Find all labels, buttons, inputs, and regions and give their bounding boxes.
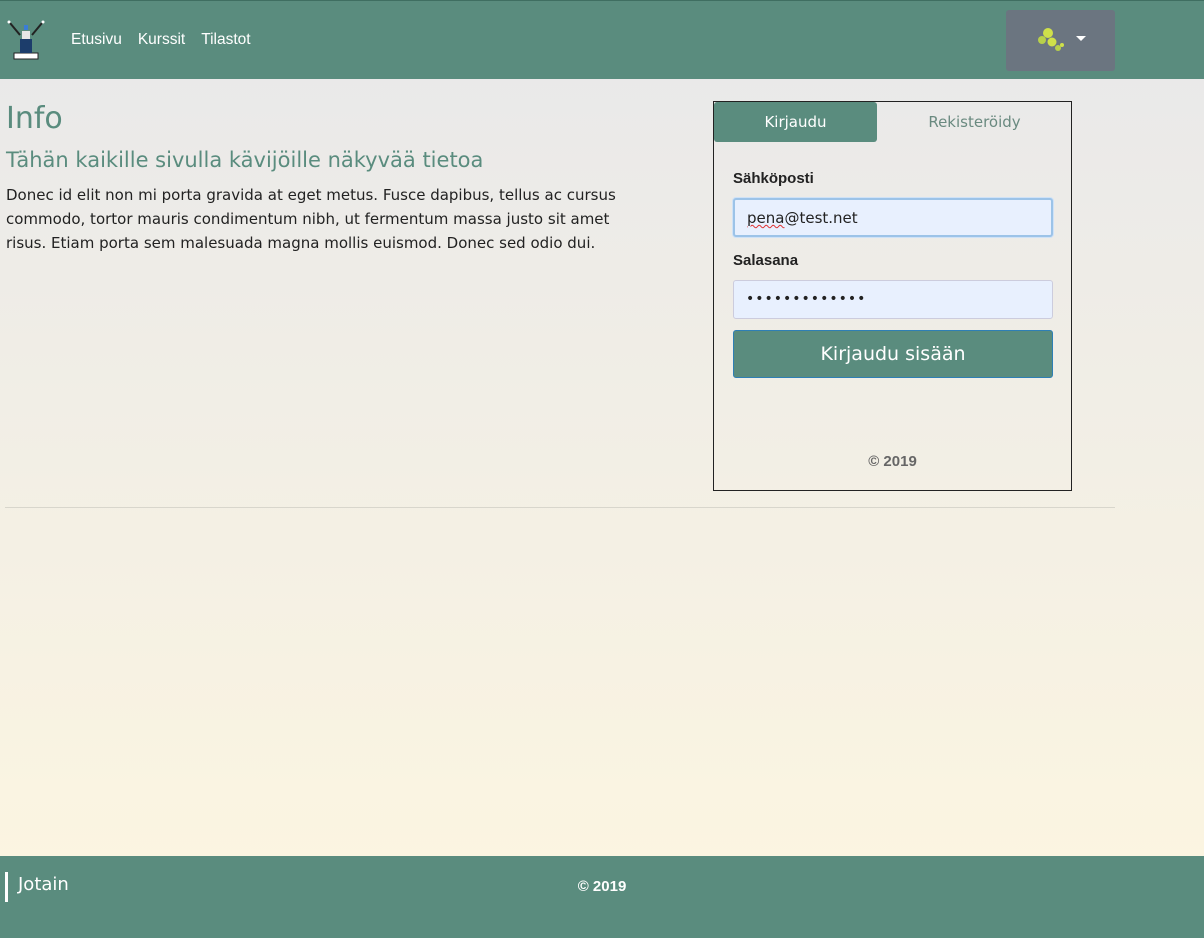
email-label: Sähköposti (733, 170, 814, 187)
chevron-down-icon (1076, 36, 1086, 41)
trophy-figure-icon[interactable] (6, 19, 46, 61)
nav-link-tilastot[interactable]: Tilastot (201, 31, 250, 49)
nav-link-kurssit[interactable]: Kurssit (138, 31, 185, 49)
password-label: Salasana (733, 252, 799, 269)
login-submit-button[interactable]: Kirjaudu sisään (733, 330, 1053, 378)
top-navbar: Etusivu Kurssit Tilastot (0, 0, 1204, 79)
footer-copyright: © 2019 (577, 878, 627, 895)
email-value-prefix: pena (747, 209, 785, 227)
card-copyright: © 2019 (868, 453, 917, 470)
nav-link-etusivu[interactable]: Etusivu (71, 31, 122, 49)
info-subtitle: Tähän kaikille sivulla kävijöille näkyvä… (6, 148, 484, 172)
email-field[interactable]: pena@test.net (733, 198, 1053, 237)
page-footer: Jotain © 2019 (0, 856, 1204, 938)
content-divider (5, 507, 1115, 508)
nav-links: Etusivu Kurssit Tilastot (71, 31, 251, 49)
info-title: Info (6, 101, 63, 136)
info-body: Donec id elit non mi porta gravida at eg… (6, 186, 616, 252)
tab-register[interactable]: Rekisteröidy (892, 102, 1057, 142)
user-avatar-icon (1036, 26, 1066, 58)
email-value-suffix: @test.net (784, 209, 858, 227)
tab-login[interactable]: Kirjaudu (714, 102, 877, 142)
login-card: Kirjaudu Rekisteröidy Sähköposti pena@te… (713, 101, 1072, 491)
password-field[interactable]: ••••••••••••• (733, 280, 1053, 319)
user-menu-button[interactable] (1006, 10, 1115, 71)
